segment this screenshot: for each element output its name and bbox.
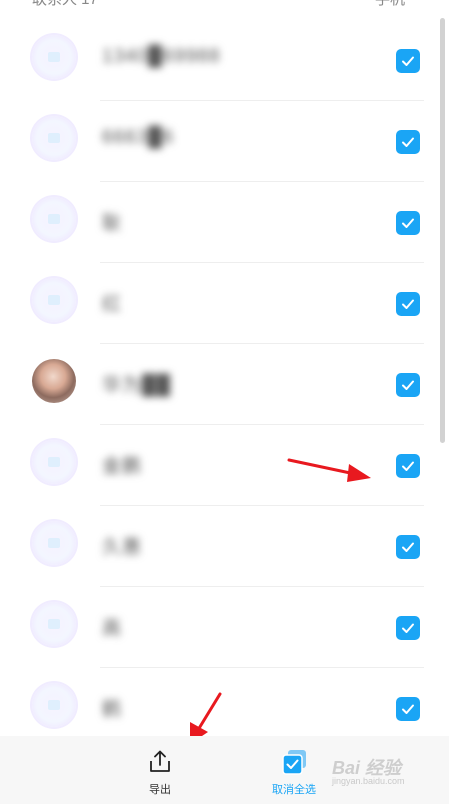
avatar <box>32 197 76 241</box>
avatar <box>32 116 76 160</box>
avatar <box>32 35 76 79</box>
check-icon <box>402 461 414 471</box>
contact-checkbox[interactable] <box>396 373 420 397</box>
check-icon <box>402 704 414 714</box>
contact-icon <box>48 619 60 629</box>
contact-checkbox[interactable] <box>396 454 420 478</box>
contact-list: 1340█69988 6663█6 耿 红 华为██ 金鹏 久惠 高 鹤 <box>0 20 449 749</box>
contact-row[interactable]: 1340█69988 <box>0 20 449 101</box>
contact-name: 高 <box>102 618 123 639</box>
contact-checkbox[interactable] <box>396 697 420 721</box>
contact-checkbox[interactable] <box>396 211 420 235</box>
contact-row[interactable]: 久惠 <box>0 506 449 587</box>
check-icon <box>402 56 414 66</box>
contact-checkbox[interactable] <box>396 616 420 640</box>
check-icon <box>402 218 414 228</box>
contact-icon <box>48 133 60 143</box>
contact-row[interactable]: 高 <box>0 587 449 668</box>
contact-row[interactable]: 6663█6 <box>0 101 449 182</box>
avatar-photo <box>32 359 76 403</box>
phone-label: 手机 <box>375 0 405 9</box>
contact-icon <box>48 700 60 710</box>
export-icon <box>150 750 170 772</box>
contact-icon <box>48 295 60 305</box>
check-icon <box>402 299 414 309</box>
avatar <box>32 278 76 322</box>
contact-name: 久惠 <box>102 537 143 558</box>
contact-name: 红 <box>102 294 123 315</box>
contact-checkbox[interactable] <box>396 535 420 559</box>
avatar <box>32 683 76 727</box>
check-icon <box>402 623 414 633</box>
deselect-all-label: 取消全选 <box>272 784 316 796</box>
export-button[interactable]: 导出 <box>130 744 190 800</box>
contact-icon <box>48 214 60 224</box>
contact-name: 金鹏 <box>102 456 143 477</box>
scrollbar[interactable] <box>440 18 445 443</box>
avatar <box>32 602 76 646</box>
contact-name: 鹤 <box>102 699 123 720</box>
contact-icon <box>48 538 60 548</box>
contact-icon <box>48 457 60 467</box>
check-icon <box>402 380 414 390</box>
check-icon <box>402 542 414 552</box>
list-header: 联系人 17 手机 <box>0 0 449 10</box>
contact-checkbox[interactable] <box>396 49 420 73</box>
avatar <box>32 521 76 565</box>
contact-checkbox[interactable] <box>396 292 420 316</box>
contact-name: 6663█6 <box>102 127 175 148</box>
contacts-count-label: 联系人 17 <box>32 0 98 9</box>
contact-row[interactable]: 金鹏 <box>0 425 449 506</box>
check-icon <box>402 137 414 147</box>
export-label: 导出 <box>149 784 171 796</box>
contact-name: 耿 <box>102 213 123 234</box>
contact-checkbox[interactable] <box>396 130 420 154</box>
annotation-arrow-icon <box>287 458 371 482</box>
deselect-all-button[interactable]: 取消全选 <box>262 744 326 800</box>
contact-row[interactable]: 红 <box>0 263 449 344</box>
contact-icon <box>48 52 60 62</box>
contact-row[interactable]: 华为██ <box>0 344 449 425</box>
contact-row[interactable]: 耿 <box>0 182 449 263</box>
watermark-sub: jingyan.baidu.com <box>332 776 405 786</box>
contact-name: 1340█69988 <box>102 46 221 67</box>
select-all-icon <box>282 750 306 775</box>
avatar <box>32 440 76 484</box>
contact-name: 华为██ <box>102 375 171 396</box>
